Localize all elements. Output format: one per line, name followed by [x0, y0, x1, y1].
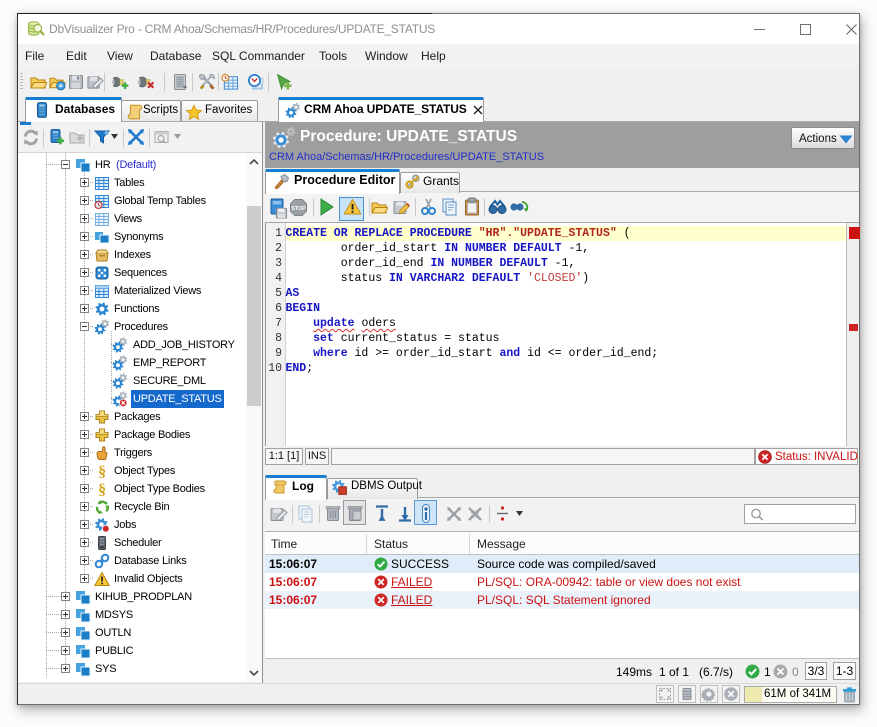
svg-text:§: §	[98, 482, 106, 498]
svg-text:STOP: STOP	[291, 206, 306, 212]
svg-text:§: §	[98, 464, 106, 480]
